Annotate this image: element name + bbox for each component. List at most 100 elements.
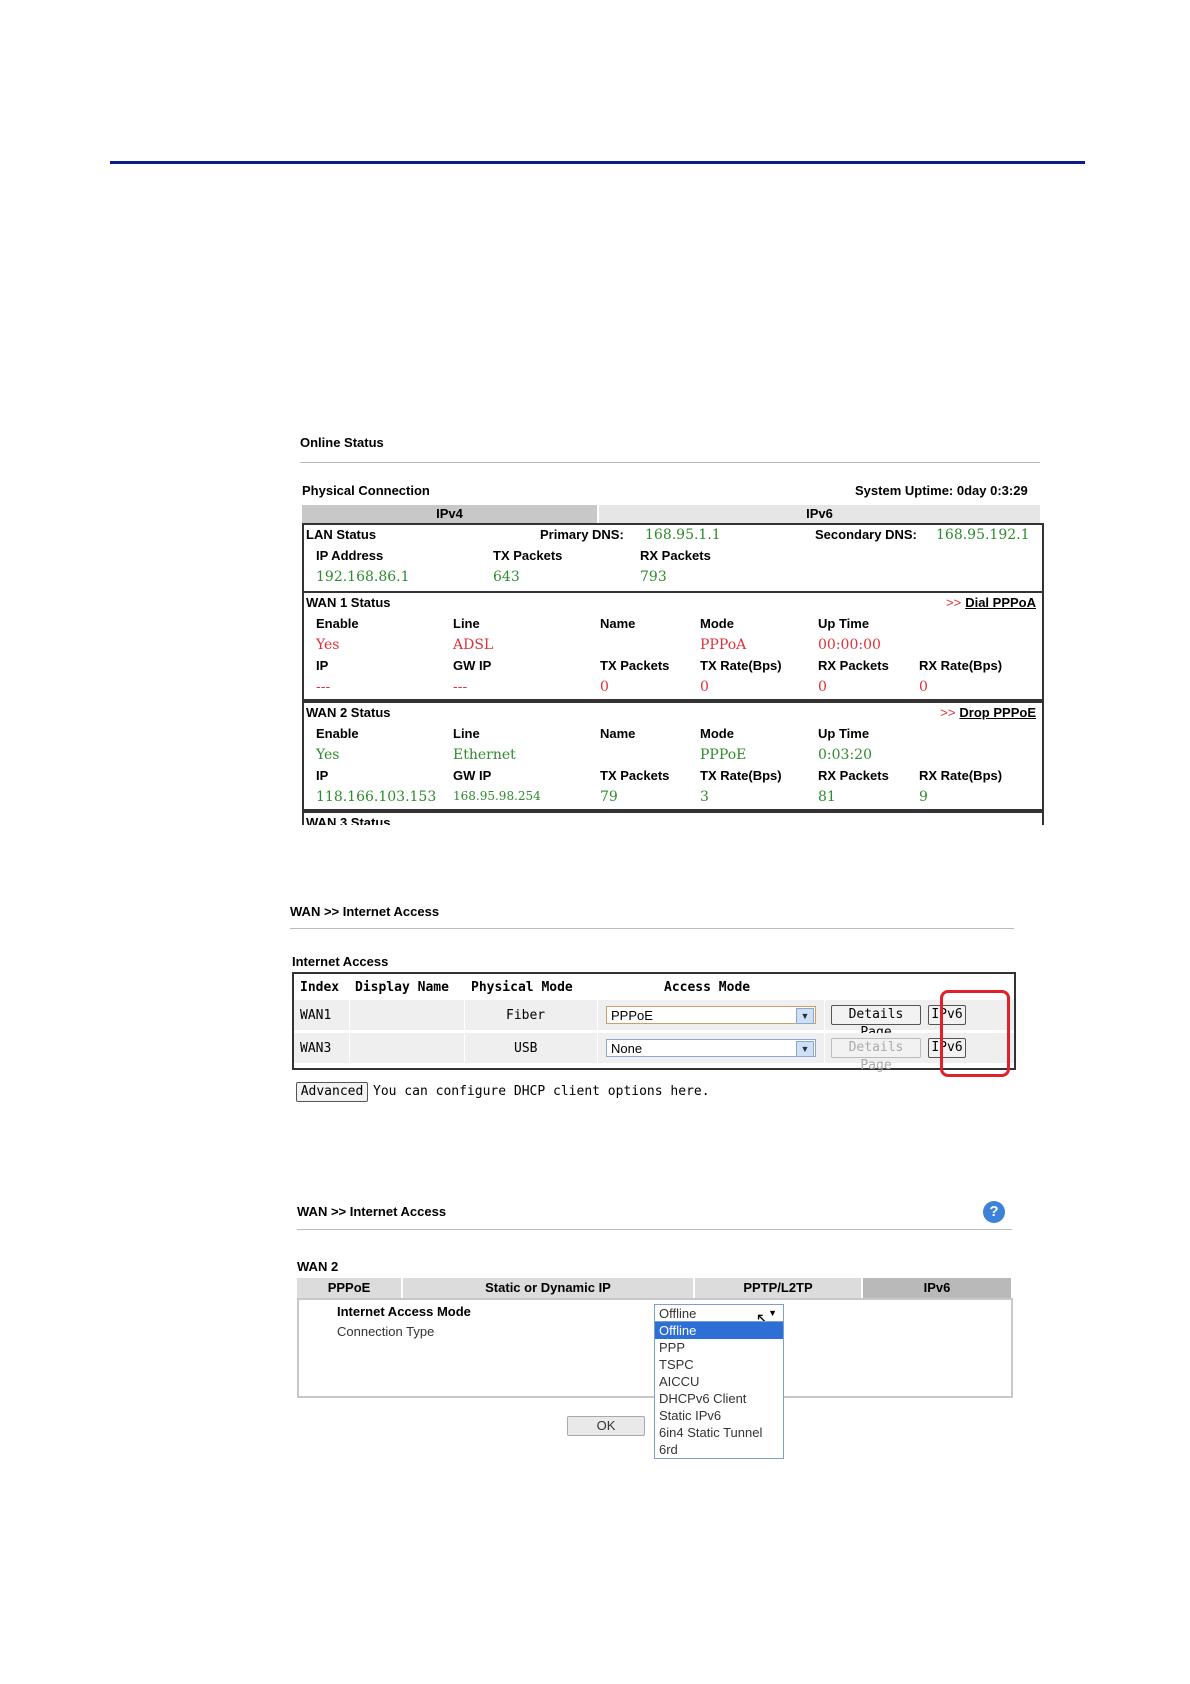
ip-address-label: IP Address bbox=[316, 548, 384, 563]
wan1-v-gwip: --- bbox=[453, 679, 468, 695]
tab-ipv6[interactable]: IPv6 bbox=[863, 1278, 1011, 1298]
online-status-title: Online Status bbox=[300, 435, 384, 450]
wan2-h-rxrate: RX Rate(Bps) bbox=[919, 768, 1003, 783]
wan2-h-enable: Enable bbox=[316, 726, 359, 741]
wan1-v-line: ADSL bbox=[453, 637, 494, 653]
row-physical-mode: USB bbox=[514, 1041, 538, 1056]
divider bbox=[464, 1000, 465, 1063]
wan1-h-rxrate: RX Rate(Bps) bbox=[919, 658, 1003, 673]
chevron-down-icon: ▼ bbox=[796, 1008, 814, 1024]
wan1-v-mode: PPPoA bbox=[700, 637, 747, 653]
divider bbox=[297, 1229, 1012, 1230]
wan3-status-label: WAN 3 Status bbox=[306, 815, 391, 825]
section-title: Internet Access bbox=[292, 954, 389, 969]
option-tspc[interactable]: TSPC bbox=[655, 1356, 783, 1373]
tab-pptp-l2tp[interactable]: PPTP/L2TP bbox=[695, 1278, 861, 1298]
tab-static-dynamic-ip[interactable]: Static or Dynamic IP bbox=[403, 1278, 693, 1298]
row-physical-mode: Fiber bbox=[506, 1008, 546, 1023]
wan2-ipv6-panel: WAN >> Internet Access ? WAN 2 PPPoE Sta… bbox=[297, 1196, 1017, 1486]
wan2-v-rx: 81 bbox=[818, 789, 836, 805]
col-access-mode: Access Mode bbox=[664, 980, 751, 995]
divider bbox=[300, 462, 1040, 463]
wan1-h-ip: IP bbox=[316, 658, 329, 673]
details-page-button[interactable]: Details Page bbox=[831, 1005, 921, 1040]
drop-pppoe-link[interactable]: Drop PPPoE bbox=[959, 705, 1036, 720]
ipv6-highlight-box bbox=[940, 990, 1010, 1077]
dial-pppoa-link[interactable]: Dial PPPoA bbox=[965, 595, 1036, 610]
option-dhcpv6-client[interactable]: DHCPv6 Client bbox=[655, 1390, 783, 1407]
wan1-h-txrate: TX Rate(Bps) bbox=[700, 658, 782, 673]
page-header-rule bbox=[110, 161, 1085, 164]
col-physical-mode: Physical Mode bbox=[471, 980, 573, 995]
option-offline[interactable]: Offline bbox=[655, 1322, 783, 1339]
col-index: Index bbox=[300, 980, 340, 995]
wan2-v-uptime: 0:03:20 bbox=[818, 747, 872, 763]
wan2-drop-link[interactable]: >> Drop PPPoE bbox=[940, 705, 1036, 720]
wan2-h-tx: TX Packets bbox=[600, 768, 670, 783]
primary-dns-value: 168.95.1.1 bbox=[645, 527, 721, 543]
section-title: WAN 2 bbox=[297, 1259, 339, 1274]
tab-pppoe[interactable]: PPPoE bbox=[297, 1278, 401, 1298]
wan2-v-ip: 118.166.103.153 bbox=[316, 789, 437, 805]
wan2-h-rx: RX Packets bbox=[818, 768, 889, 783]
option-aiccu[interactable]: AICCU bbox=[655, 1373, 783, 1390]
wan1-status-label: WAN 1 Status bbox=[306, 595, 391, 610]
ok-button[interactable]: OK bbox=[567, 1416, 645, 1436]
option-6in4-static-tunnel[interactable]: 6in4 Static Tunnel bbox=[655, 1424, 783, 1441]
divider bbox=[349, 1000, 350, 1063]
internet-access-panel: WAN >> Internet Access Internet Access I… bbox=[290, 900, 1016, 1120]
help-icon[interactable]: ? bbox=[983, 1201, 1005, 1223]
wan3-status-box: WAN 3 Status bbox=[302, 811, 1044, 825]
select-value: None bbox=[611, 1041, 643, 1056]
wan2-v-txrate: 3 bbox=[700, 789, 709, 805]
lan-ip-value: 192.168.86.1 bbox=[316, 569, 410, 585]
wan2-h-ip: IP bbox=[316, 768, 329, 783]
wan1-h-gwip: GW IP bbox=[453, 658, 492, 673]
breadcrumb: WAN >> Internet Access bbox=[297, 1204, 447, 1219]
wan2-status-box: WAN 2 Status >> Drop PPPoE Enable Line Na… bbox=[302, 701, 1044, 811]
wan1-dial-link[interactable]: >> Dial PPPoA bbox=[946, 595, 1036, 610]
row-index: WAN3 bbox=[300, 1041, 332, 1056]
details-page-button[interactable]: Details Page bbox=[831, 1038, 921, 1073]
wan1-v-ip: --- bbox=[316, 679, 331, 695]
internet-access-table: Index Display Name Physical Mode Access … bbox=[292, 972, 1016, 1073]
online-status-panel: Online Status Physical Connection System… bbox=[300, 435, 1045, 825]
system-uptime: System Uptime: 0day 0:3:29 bbox=[855, 483, 1028, 498]
wan2-v-gwip: 168.95.98.254 bbox=[453, 789, 541, 803]
table-row: WAN3 USB None ▼ Details Page IPv6 bbox=[294, 1033, 1014, 1073]
tab-ipv4[interactable]: IPv4 bbox=[302, 505, 597, 523]
chevron-down-icon: ▼ bbox=[796, 1041, 814, 1057]
wan1-h-uptime: Up Time bbox=[818, 616, 870, 631]
physical-connection-title: Physical Connection bbox=[302, 483, 430, 498]
wan2-status-label: WAN 2 Status bbox=[306, 705, 391, 720]
wan2-h-line: Line bbox=[453, 726, 480, 741]
option-6rd[interactable]: 6rd bbox=[655, 1441, 783, 1458]
wan2-h-mode: Mode bbox=[700, 726, 734, 741]
divider bbox=[597, 1000, 598, 1063]
advanced-button[interactable]: Advanced bbox=[296, 1082, 368, 1102]
wan2-v-tx: 79 bbox=[600, 789, 618, 805]
access-mode-select[interactable]: PPPoE ▼ bbox=[606, 1006, 816, 1024]
wan2-h-txrate: TX Rate(Bps) bbox=[700, 768, 782, 783]
wan1-h-rx: RX Packets bbox=[818, 658, 889, 673]
tx-packets-label: TX Packets bbox=[493, 548, 563, 563]
option-ppp[interactable]: PPP bbox=[655, 1339, 783, 1356]
divider bbox=[290, 928, 1014, 929]
chevron-down-icon: ▼ bbox=[768, 1308, 777, 1318]
internet-access-mode-title: Internet Access Mode bbox=[337, 1304, 471, 1319]
wan1-h-name: Name bbox=[600, 616, 636, 631]
access-mode-select[interactable]: None ▼ bbox=[606, 1039, 816, 1057]
secondary-dns-label: Secondary DNS: bbox=[815, 527, 917, 542]
wan1-status-box: WAN 1 Status >> Dial PPPoA Enable Line Na… bbox=[302, 591, 1044, 701]
divider bbox=[824, 1000, 825, 1063]
wan1-h-mode: Mode bbox=[700, 616, 734, 631]
col-display-name: Display Name bbox=[355, 980, 449, 995]
breadcrumb: WAN >> Internet Access bbox=[290, 904, 440, 919]
wan1-v-rxrate: 0 bbox=[919, 679, 928, 695]
wan1-v-tx: 0 bbox=[600, 679, 609, 695]
select-value: PPPoE bbox=[611, 1008, 653, 1023]
tab-ipv6[interactable]: IPv6 bbox=[599, 505, 1040, 523]
wan1-v-enable: Yes bbox=[316, 637, 340, 653]
option-static-ipv6[interactable]: Static IPv6 bbox=[655, 1407, 783, 1424]
wan2-v-rxrate: 9 bbox=[919, 789, 928, 805]
